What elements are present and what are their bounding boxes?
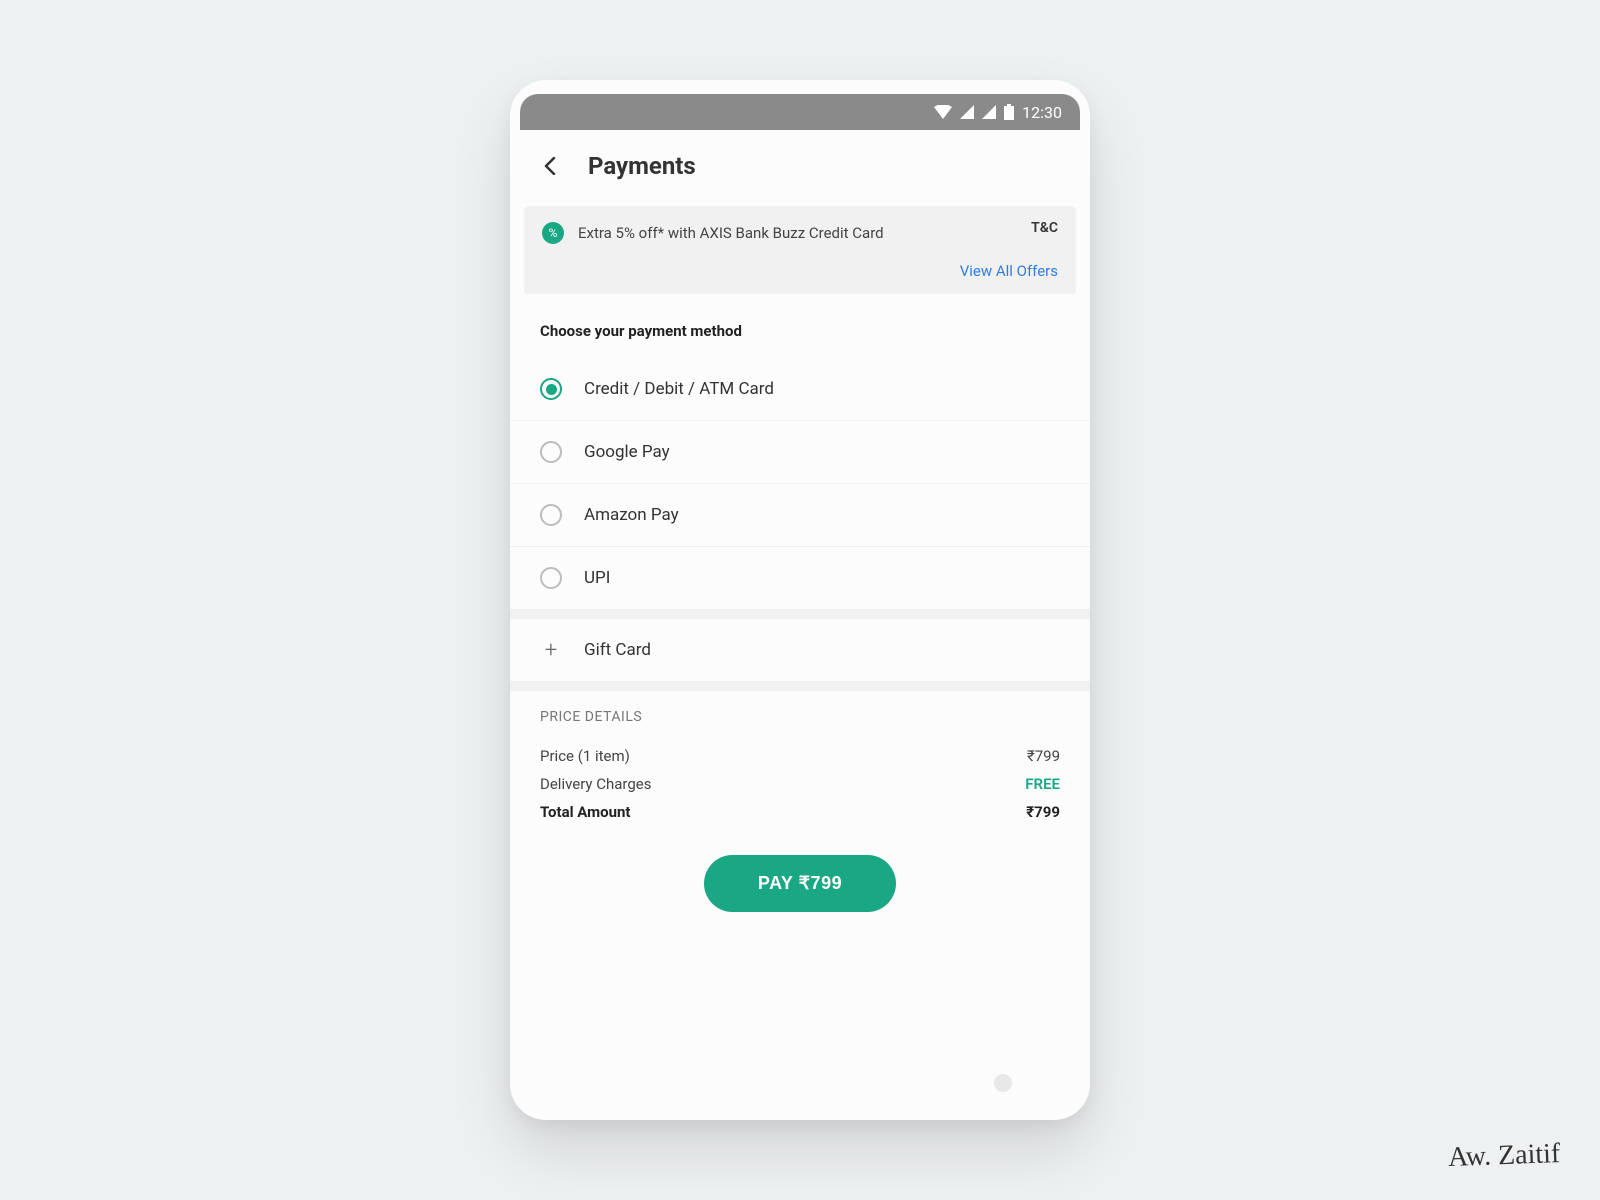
page-indicator-dot — [994, 1074, 1012, 1092]
wifi-icon — [934, 105, 952, 119]
radio-selected-icon — [540, 378, 562, 400]
percent-icon: % — [542, 222, 564, 244]
payment-method-upi[interactable]: UPI — [510, 547, 1090, 609]
status-time: 12:30 — [1022, 103, 1062, 122]
payment-method-label: Google Pay — [584, 442, 670, 462]
offer-text: Extra 5% off* with AXIS Bank Buzz Credit… — [578, 224, 884, 242]
battery-icon — [1004, 104, 1014, 120]
signature: Aw. Zaitif — [1447, 1138, 1560, 1174]
price-line-item: Price (1 item) ₹799 — [540, 747, 1060, 765]
payment-method-label: Credit / Debit / ATM Card — [584, 379, 774, 399]
total-value: ₹799 — [1026, 803, 1060, 821]
price-line-total: Total Amount ₹799 — [540, 803, 1060, 821]
pay-button[interactable]: PAY ₹799 — [704, 855, 896, 912]
phone-frame: 12:30 Payments % Extra 5% off* with AXIS… — [510, 80, 1090, 1120]
price-line-delivery: Delivery Charges FREE — [540, 775, 1060, 793]
radio-unselected-icon — [540, 441, 562, 463]
status-bar: 12:30 — [520, 94, 1080, 130]
page-title: Payments — [588, 152, 696, 180]
price-line-label: Delivery Charges — [540, 775, 652, 793]
offer-card: % Extra 5% off* with AXIS Bank Buzz Cred… — [524, 206, 1076, 294]
section-divider — [510, 609, 1090, 619]
back-button[interactable] — [538, 154, 562, 178]
price-details-title: PRICE DETAILS — [540, 709, 1060, 725]
plus-icon: + — [540, 639, 562, 661]
payment-method-amazonpay[interactable]: Amazon Pay — [510, 484, 1090, 547]
signal-icon-2 — [982, 105, 996, 119]
radio-unselected-icon — [540, 504, 562, 526]
radio-unselected-icon — [540, 567, 562, 589]
payment-method-googlepay[interactable]: Google Pay — [510, 421, 1090, 484]
payment-method-card[interactable]: Credit / Debit / ATM Card — [510, 358, 1090, 421]
price-details: PRICE DETAILS Price (1 item) ₹799 Delive… — [510, 691, 1090, 841]
price-line-value: ₹799 — [1027, 747, 1060, 765]
signal-icon — [960, 105, 974, 119]
price-line-value: FREE — [1025, 775, 1060, 793]
gift-card-label: Gift Card — [584, 640, 651, 660]
price-line-label: Price (1 item) — [540, 747, 630, 765]
payment-method-section-label: Choose your payment method — [510, 294, 1090, 358]
header: Payments — [510, 130, 1090, 200]
section-divider — [510, 681, 1090, 691]
view-all-offers-link[interactable]: View All Offers — [542, 262, 1058, 280]
tnc-link[interactable]: T&C — [1031, 220, 1058, 236]
payment-method-label: UPI — [584, 568, 610, 588]
total-label: Total Amount — [540, 803, 630, 821]
gift-card-row[interactable]: + Gift Card — [510, 619, 1090, 681]
payment-method-list: Credit / Debit / ATM Card Google Pay Ama… — [510, 358, 1090, 609]
payment-method-label: Amazon Pay — [584, 505, 679, 525]
